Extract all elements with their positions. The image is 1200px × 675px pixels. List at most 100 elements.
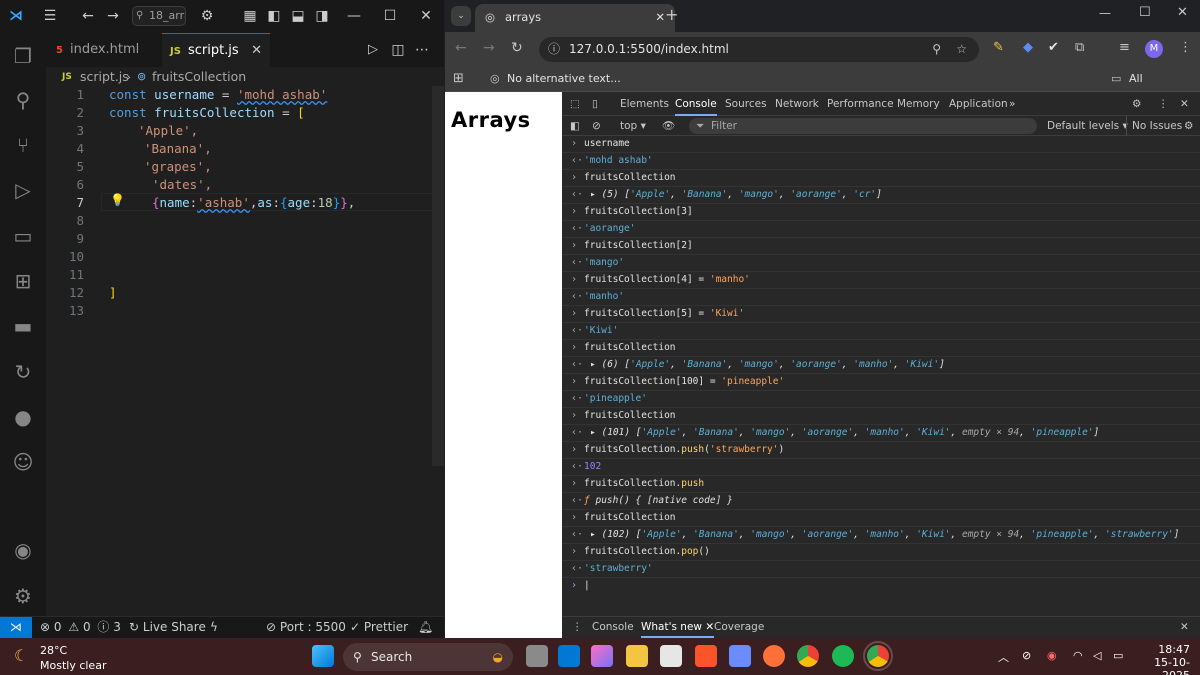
copilot-icon[interactable]: ⚙ [197,6,217,26]
close-devtools-icon[interactable]: ✕ [1180,92,1189,116]
back-arrow-icon[interactable]: ← [78,6,98,26]
maximize-icon[interactable]: ☐ [380,6,400,26]
chrome-taskbar-icon[interactable] [797,645,819,667]
devtools-tab-console[interactable]: Console [675,92,717,116]
drawer-tab-whats-new[interactable]: What's new ✕ [641,617,715,638]
copilot-taskbar-icon[interactable] [591,645,613,667]
more-menu-icon[interactable]: ⋮ [1179,40,1192,55]
console-settings-icon[interactable]: ⚙ [1184,116,1193,136]
start-windows-icon[interactable] [312,645,334,667]
drawer-menu-icon[interactable]: ⋮ [572,617,583,638]
extension-color-icon[interactable]: ◆ [1023,40,1033,55]
inspect-element-icon[interactable]: ⬚ [570,92,580,116]
microsoft-store-icon[interactable] [660,645,682,667]
breadcrumb-file[interactable]: script.js [80,67,129,87]
console-filter-input[interactable]: ⏷ Filter [689,118,1037,134]
minimize-icon[interactable]: — [1099,6,1111,20]
maximize-icon[interactable]: ☐ [1139,5,1151,20]
lightbulb-icon[interactable]: 💡 [110,193,125,207]
console-prompt[interactable]: › | [562,578,1200,595]
new-tab-icon[interactable]: + [665,5,678,24]
console-array-row[interactable]: ‹· ▸ (5) ['Apple', 'Banana', 'mango', 'ao… [562,187,1200,204]
forward-arrow-icon[interactable]: → [103,6,123,26]
recording-icon[interactable]: ◉ [1047,649,1057,662]
search-icon[interactable]: ⚲ [8,85,38,115]
brave-browser-icon[interactable] [695,645,717,667]
taskbar-search-box[interactable]: ⚲ Search ◒ [343,643,513,671]
more-tabs-icon[interactable]: » [1009,92,1015,116]
run-debug-icon[interactable]: ▷ [8,175,38,205]
close-drawer-icon[interactable]: ✕ [1180,617,1189,638]
close-icon[interactable]: ✕ [416,6,436,26]
run-file-icon[interactable]: ▷ [364,41,382,59]
devtools-tab-elements[interactable]: Elements [620,92,669,116]
minimize-icon[interactable]: — [344,6,364,26]
devtools-tab-performance[interactable]: Performance [827,92,894,116]
close-tab-icon[interactable]: ✕ [251,34,262,68]
log-levels-dropdown[interactable]: Default levels ▾ [1047,116,1128,136]
console-array-row[interactable]: ‹· ▸ (6) ['Apple', 'Banana', 'mango', 'ao… [562,357,1200,374]
settings-gear-icon[interactable]: ⚙ [1132,92,1141,116]
drawer-tab-console[interactable]: Console [592,617,634,638]
breadcrumb-symbol[interactable]: fruitsCollection [152,67,246,87]
close-icon[interactable]: ✕ [1177,5,1188,20]
wifi-icon[interactable]: ◠ [1073,649,1083,662]
toggle-secondary-sidebar-icon[interactable]: ◨ [312,6,332,26]
lightning-icon[interactable]: ϟ [210,617,218,638]
address-bar[interactable]: ⓘ 127.0.0.1:5500/index.html ⚲ ☆ [539,37,979,62]
layout-icon[interactable]: ▦ [240,6,260,26]
source-control-icon[interactable]: ⑂ [8,130,38,160]
zoom-icon[interactable]: ⚲ [932,37,941,62]
problems-indicator[interactable]: ⊗ 0 ⚠ 0 ⓘ 3 [40,617,121,638]
expand-triangle-icon[interactable]: ▸ [590,189,596,200]
bookmark-star-icon[interactable]: ☆ [956,37,967,62]
extensions-puzzle-icon[interactable]: ⧉ [1075,40,1084,55]
devtools-tab-memory[interactable]: Memory [897,92,940,116]
back-arrow-icon[interactable]: ← [455,40,467,56]
context-selector[interactable]: top ▾ [620,116,646,136]
manage-gear-icon[interactable]: ⚙ [8,581,38,611]
vscode-taskbar-icon[interactable] [558,645,580,667]
explorer-icon[interactable]: ❐ [8,41,38,71]
issues-button[interactable]: No Issues [1126,116,1182,136]
profile-avatar[interactable]: M [1145,40,1163,58]
chatgpt-icon[interactable] [729,645,751,667]
tab-index-html[interactable]: 5 index.html [46,33,162,67]
extensions-icon[interactable]: ⊞ [8,266,38,296]
folder-icon[interactable]: ▬ [8,311,38,341]
show-hidden-icons-chevron[interactable]: ︿ [998,649,1009,665]
live-share-icon[interactable]: ↻ [8,357,38,387]
close-tab-icon[interactable]: ✕ [655,4,665,30]
bookmark-item[interactable]: No alternative text... [507,66,621,91]
tab-script-js[interactable]: JS script.js ✕ [162,33,270,67]
chrome-profile-taskbar-icon[interactable] [863,641,893,671]
expand-triangle-icon[interactable]: ▸ [590,529,596,540]
network-off-icon[interactable]: ⊘ [1022,649,1031,662]
file-explorer-icon[interactable] [626,645,648,667]
menu-icon[interactable]: ☰ [40,6,60,26]
clear-console-icon[interactable]: ⊘ [592,116,601,136]
device-toolbar-icon[interactable]: ▯ [592,92,598,116]
more-options-icon[interactable]: ⋮ [1158,92,1169,116]
extension-pencil-icon[interactable]: ✎ [993,40,1004,55]
drawer-tab-coverage[interactable]: Coverage [714,617,764,638]
toggle-panel-icon[interactable]: ⬓ [288,6,308,26]
browser-tab-arrays[interactable]: ◎ arrays ✕ [475,4,675,32]
split-editor-icon[interactable]: ◫ [388,40,408,60]
console-array-row[interactable]: ‹· ▸ (101) ['Apple', 'Banana', 'mango', '… [562,425,1200,442]
sidebar-toggle-icon[interactable]: ◧ [570,116,580,136]
command-center-search[interactable]: ⚲18_arrays [132,6,186,26]
volume-icon[interactable]: ◁ [1093,649,1101,662]
live-share-button[interactable]: ↻ Live Share [129,617,206,638]
console-output[interactable]: › username ‹·'mohd ashab' › fruitsCollecti… [562,136,1200,614]
code-editor[interactable]: 1 2 3 4 5 6 7 8 9 10 11 12 13 💡 const username = 'mo… [46,86,444,616]
expand-triangle-icon[interactable]: ▸ [590,427,596,438]
console-array-row[interactable]: ‹· ▸ (102) ['Apple', 'Banana', 'mango', '… [562,527,1200,544]
system-clock[interactable]: 18:47 15-10-2025 [1132,643,1190,675]
github-icon[interactable]: ● [8,402,38,432]
forward-arrow-icon[interactable]: → [483,40,495,56]
live-server-port[interactable]: ⊘ Port : 5500 [266,617,346,638]
live-expression-eye-icon[interactable]: 👁︎ [662,116,675,136]
devtools-tab-sources[interactable]: Sources [725,92,767,116]
tab-search-icon[interactable]: ⌄ [451,6,471,26]
